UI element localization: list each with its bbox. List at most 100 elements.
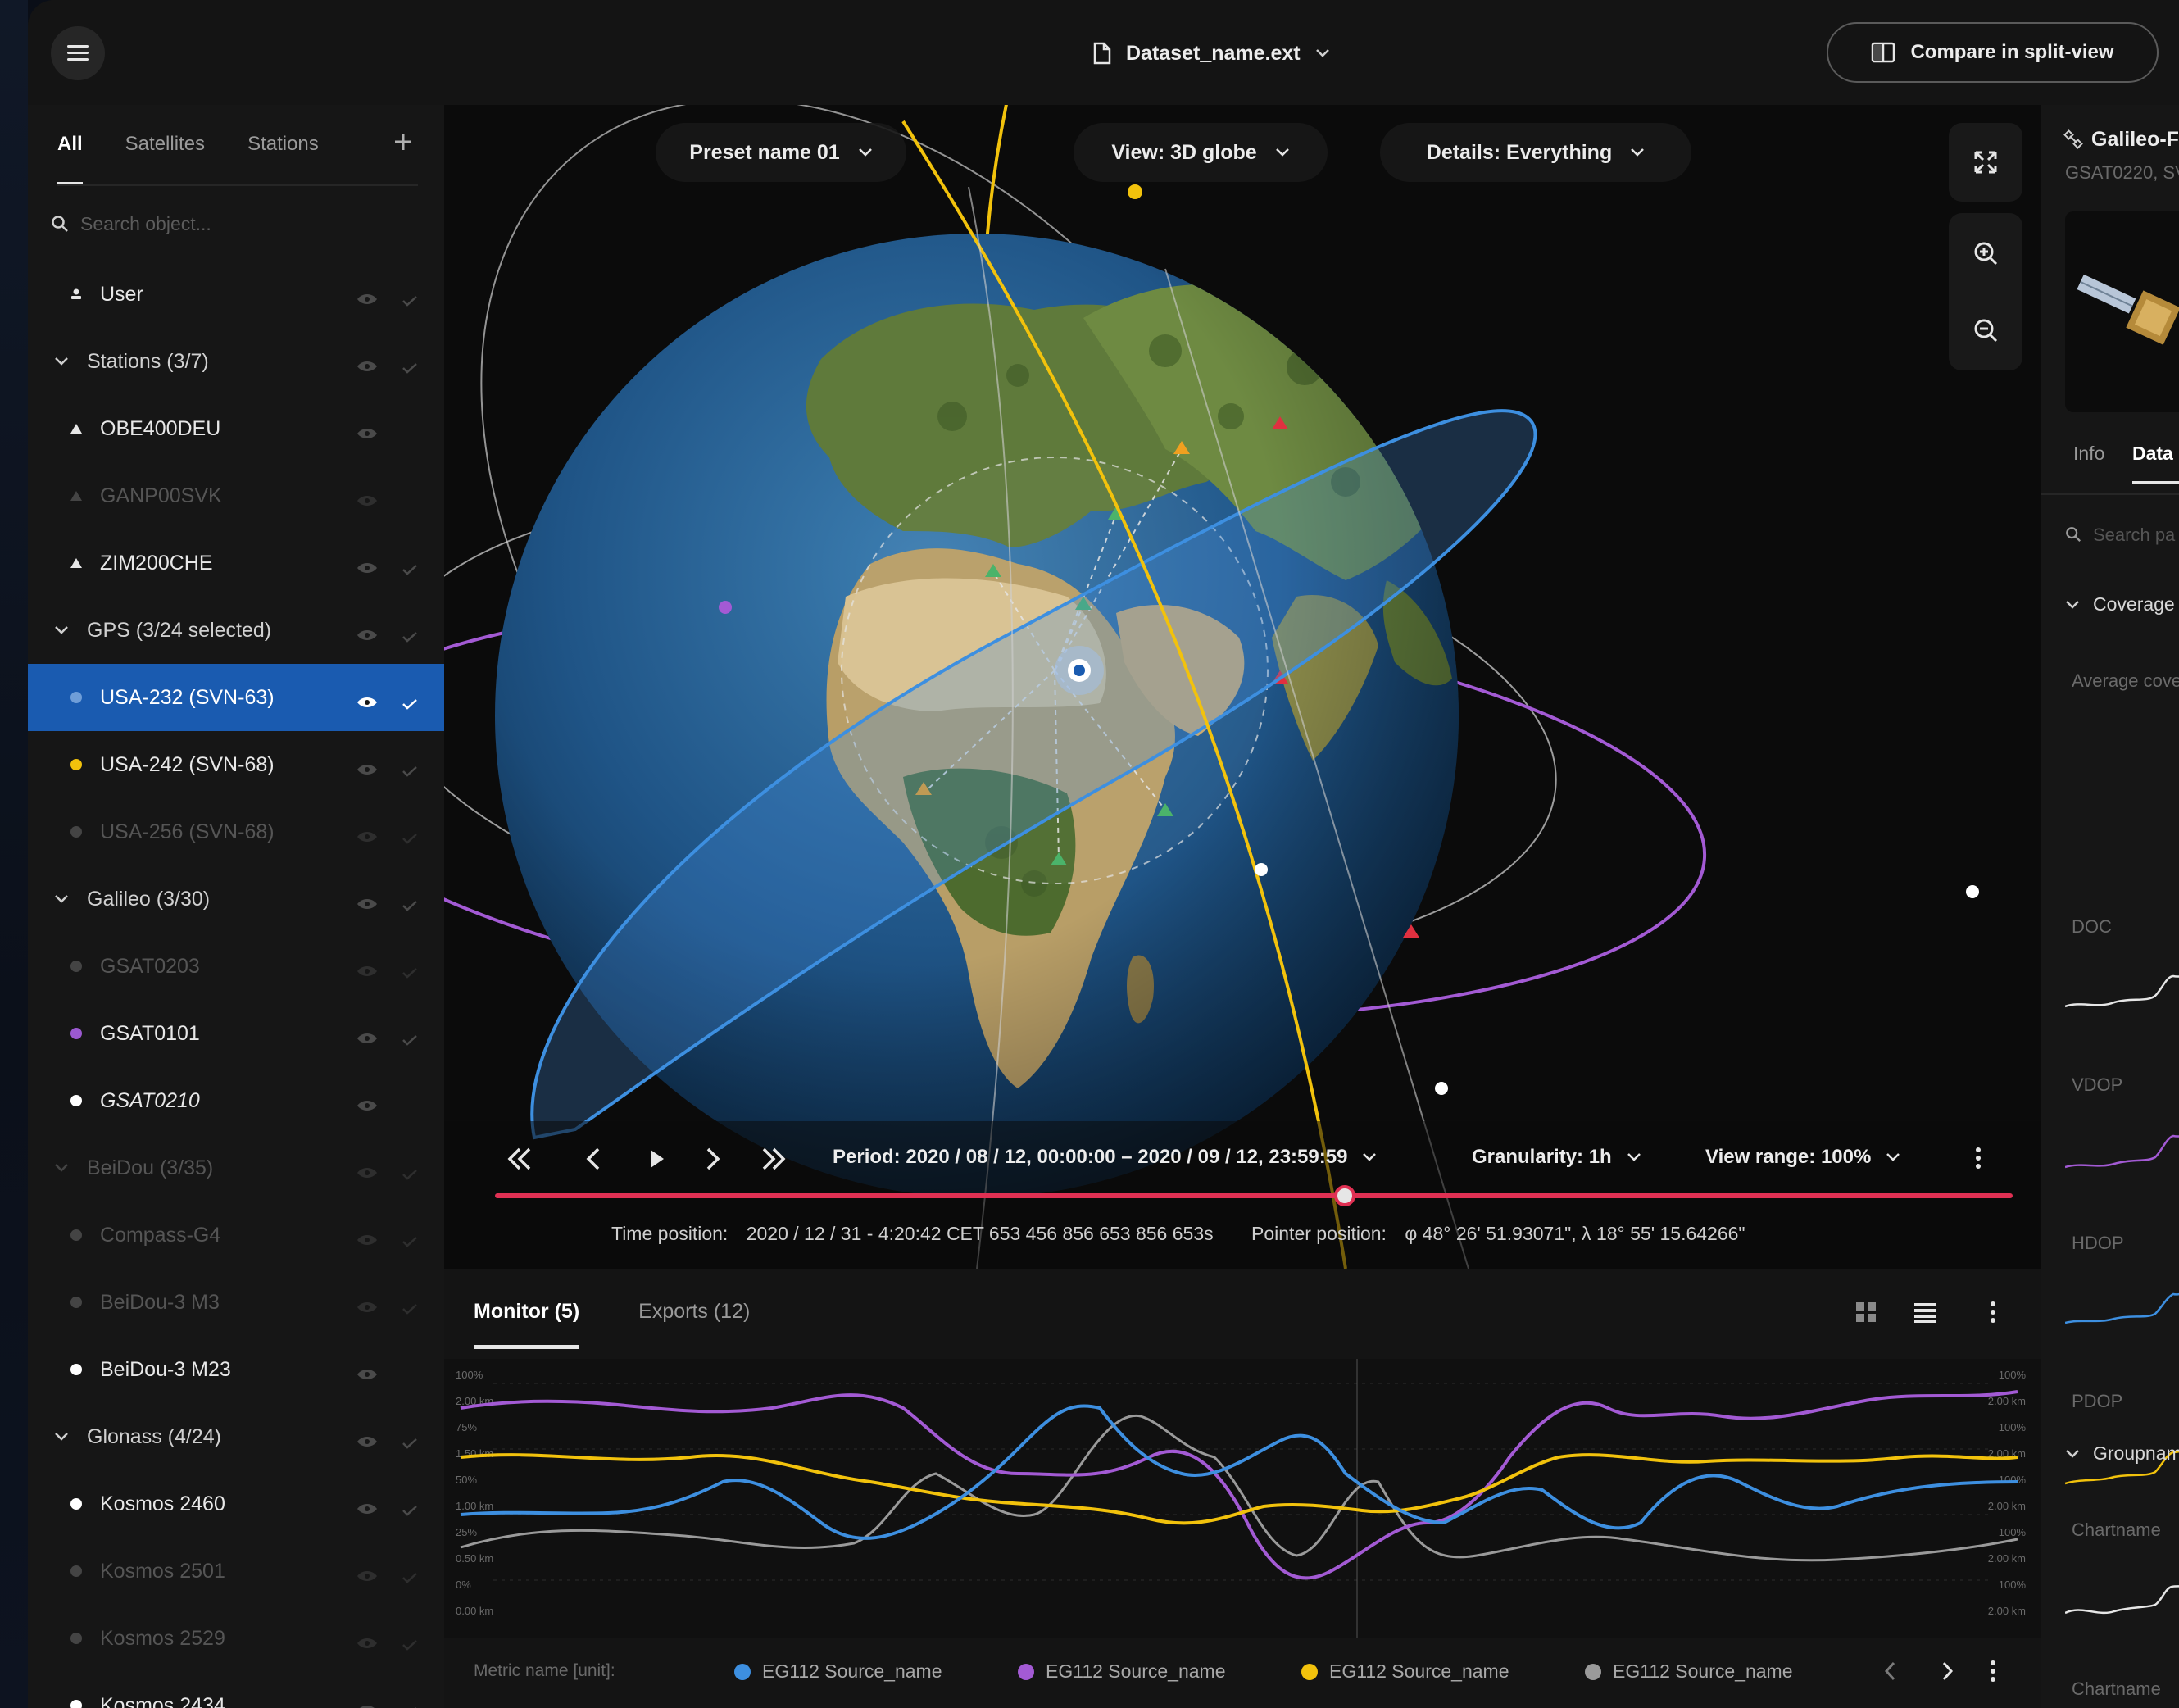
select-check-icon[interactable] <box>402 1431 418 1449</box>
fullscreen-button[interactable] <box>1949 125 2022 199</box>
visibility-eye-icon[interactable] <box>356 1363 379 1379</box>
globe-viewport[interactable]: Preset name 01 View: 3D globe Details: E… <box>444 105 2041 1269</box>
visibility-eye-icon[interactable] <box>356 1699 379 1708</box>
object-row[interactable]: USA-256 (SVN-68) <box>28 798 444 865</box>
object-row[interactable]: GSAT0203 <box>28 933 444 1000</box>
legend-next-icon[interactable] <box>1939 1659 1955 1683</box>
object-row[interactable]: BeiDou-3 M3 <box>28 1269 444 1336</box>
timeline-track[interactable] <box>495 1193 2013 1198</box>
select-check-icon[interactable] <box>402 893 418 911</box>
visibility-eye-icon[interactable] <box>356 893 379 909</box>
object-row[interactable]: Kosmos 2434 <box>28 1672 444 1708</box>
object-group-row[interactable]: GPS (3/24 selected) <box>28 597 444 664</box>
chevron-down-icon[interactable] <box>2065 1449 2080 1459</box>
visibility-eye-icon[interactable] <box>356 691 379 707</box>
select-check-icon[interactable] <box>402 1297 418 1315</box>
parameter-search-input[interactable]: Search pa <box>2093 525 2175 546</box>
group-section-label[interactable]: Groupnam <box>2093 1442 2179 1465</box>
granularity-dropdown[interactable]: Granularity: 1h <box>1472 1146 1641 1169</box>
visibility-eye-icon[interactable] <box>356 1430 379 1447</box>
select-check-icon[interactable] <box>402 557 418 575</box>
visibility-eye-icon[interactable] <box>356 1565 379 1581</box>
object-row[interactable]: USA-232 (SVN-63) <box>28 664 444 731</box>
object-row[interactable]: ZIM200CHE <box>28 529 444 597</box>
monitor-graph[interactable]: 100% 2.00 km 75% 1.50 km 50% 1.00 km 25% 0.50 k… <box>444 1359 2041 1638</box>
object-row[interactable]: User <box>28 261 444 328</box>
step-back-icon[interactable] <box>586 1147 600 1170</box>
tab-satellites[interactable]: Satellites <box>125 128 205 185</box>
object-row[interactable]: BeiDou-3 M23 <box>28 1336 444 1403</box>
select-check-icon[interactable] <box>402 356 418 374</box>
zoom-out-button[interactable] <box>1949 293 2022 367</box>
coverage-section-label[interactable]: Coverage <box>2093 593 2175 616</box>
compare-split-view-button[interactable]: Compare in split-view <box>1827 22 2159 83</box>
select-check-icon[interactable] <box>402 1028 418 1046</box>
visibility-eye-icon[interactable] <box>356 1027 379 1043</box>
select-check-icon[interactable] <box>402 1565 418 1583</box>
monitor-more-icon[interactable] <box>1989 1300 1997 1324</box>
timeline-handle[interactable] <box>1334 1185 1356 1206</box>
visibility-eye-icon[interactable] <box>356 556 379 573</box>
select-check-icon[interactable] <box>402 1700 418 1708</box>
step-forward-icon[interactable] <box>706 1147 720 1170</box>
tab-monitor[interactable]: Monitor (5) <box>474 1300 580 1349</box>
visibility-eye-icon[interactable] <box>356 1497 379 1514</box>
visibility-eye-icon[interactable] <box>356 422 379 438</box>
menu-button[interactable] <box>51 26 105 80</box>
legend-item[interactable]: EG112 Source_name <box>1018 1660 1226 1683</box>
list-view-icon[interactable] <box>1913 1300 1937 1324</box>
select-check-icon[interactable] <box>402 625 418 643</box>
view-range-dropdown[interactable]: View range: 100% <box>1705 1146 1900 1169</box>
select-check-icon[interactable] <box>402 1229 418 1247</box>
object-row[interactable]: Kosmos 2529 <box>28 1605 444 1672</box>
search-input[interactable]: Search object... <box>80 213 211 235</box>
skip-back-icon[interactable] <box>507 1147 531 1170</box>
grid-view-icon[interactable] <box>1854 1300 1878 1324</box>
select-check-icon[interactable] <box>402 1633 418 1651</box>
visibility-eye-icon[interactable] <box>356 1296 379 1312</box>
tab-exports[interactable]: Exports (12) <box>638 1300 750 1349</box>
details-dropdown[interactable]: Details: Everything <box>1380 123 1691 182</box>
object-row[interactable]: Compass-G4 <box>28 1202 444 1269</box>
object-row[interactable]: USA-242 (SVN-68) <box>28 731 444 798</box>
chevron-down-icon[interactable] <box>2065 600 2080 610</box>
object-group-row[interactable]: BeiDou (3/35) <box>28 1134 444 1202</box>
object-row[interactable]: GSAT0101 <box>28 1000 444 1067</box>
legend-more-icon[interactable] <box>1989 1659 1997 1683</box>
visibility-eye-icon[interactable] <box>356 624 379 640</box>
tab-info[interactable]: Info <box>2073 443 2104 465</box>
visibility-eye-icon[interactable] <box>356 825 379 842</box>
object-group-row[interactable]: Galileo (3/30) <box>28 865 444 933</box>
legend-item[interactable]: EG112 Source_name <box>1301 1660 1509 1683</box>
select-check-icon[interactable] <box>402 1162 418 1180</box>
period-dropdown[interactable]: Period: 2020 / 08 / 12, 00:00:00 – 2020 … <box>833 1146 1377 1169</box>
select-check-icon[interactable] <box>402 826 418 844</box>
object-row[interactable]: OBE400DEU <box>28 395 444 462</box>
zoom-in-button[interactable] <box>1949 216 2022 290</box>
select-check-icon[interactable] <box>402 288 418 307</box>
object-group-row[interactable]: Glonass (4/24) <box>28 1403 444 1470</box>
tab-data[interactable]: Data <box>2132 443 2179 484</box>
select-check-icon[interactable] <box>402 1498 418 1516</box>
legend-item[interactable]: EG112 Source_name <box>734 1660 942 1683</box>
object-row[interactable]: GSAT0210 <box>28 1067 444 1134</box>
visibility-eye-icon[interactable] <box>356 288 379 304</box>
tab-all[interactable]: All <box>57 128 83 185</box>
visibility-eye-icon[interactable] <box>356 1161 379 1178</box>
object-row[interactable]: GANP00SVK <box>28 462 444 529</box>
object-search[interactable]: Search object... <box>51 203 420 244</box>
select-check-icon[interactable] <box>402 759 418 777</box>
visibility-eye-icon[interactable] <box>356 489 379 506</box>
preset-dropdown[interactable]: Preset name 01 <box>656 123 906 182</box>
object-row[interactable]: Kosmos 2460 <box>28 1470 444 1538</box>
dataset-selector[interactable]: Dataset_name.ext <box>1093 33 1330 74</box>
select-check-icon[interactable] <box>402 692 418 710</box>
legend-prev-icon[interactable] <box>1882 1659 1899 1683</box>
select-check-icon[interactable] <box>402 961 418 979</box>
visibility-eye-icon[interactable] <box>356 1094 379 1111</box>
visibility-eye-icon[interactable] <box>356 355 379 371</box>
tab-stations[interactable]: Stations <box>247 128 319 185</box>
view-mode-dropdown[interactable]: View: 3D globe <box>1074 123 1328 182</box>
add-tab-button[interactable] <box>393 125 413 159</box>
skip-forward-icon[interactable] <box>762 1147 786 1170</box>
